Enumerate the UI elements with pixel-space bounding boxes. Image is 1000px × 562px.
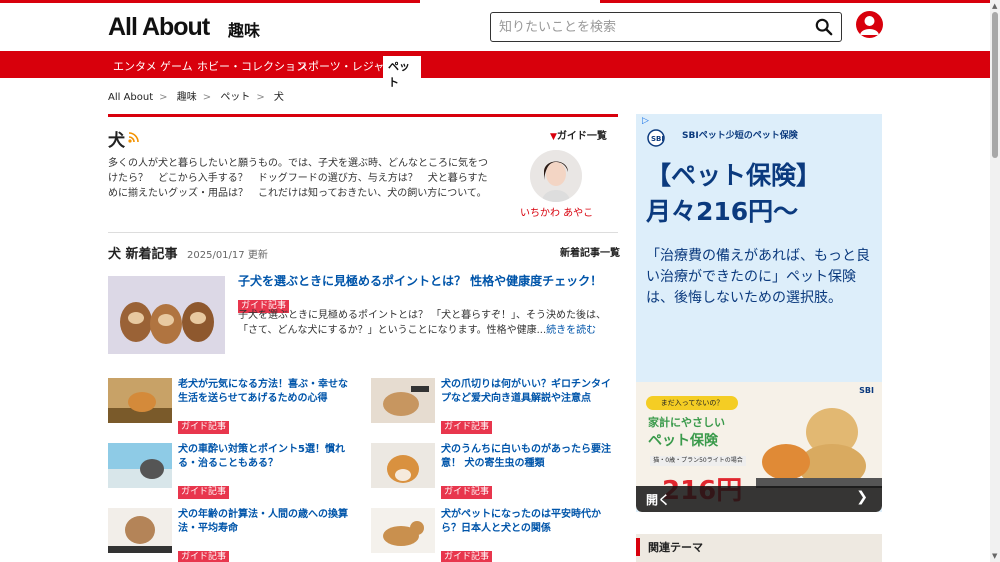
ad-body[interactable]: 「治療費の備えがあれば、もっと良い治療ができたのに」ペット保険は、後悔しないため… xyxy=(646,246,872,309)
section-marker xyxy=(636,538,640,556)
guide-article-badge: ガイド記事 xyxy=(178,414,230,434)
category-title[interactable]: 趣味 xyxy=(228,17,260,41)
read-more-link[interactable]: 続きを読む xyxy=(546,325,596,336)
breadcrumb-pet[interactable]: ペット xyxy=(220,92,250,103)
breadcrumb-separator: > xyxy=(202,92,212,103)
svg-text:SBI: SBI xyxy=(651,135,664,143)
ad-headline-line[interactable]: 月々216円〜 xyxy=(646,194,821,230)
guide-list-label[interactable]: ガイド一覧 xyxy=(557,131,607,142)
breadcrumb: All About > 趣味 > ペット > 犬 xyxy=(108,88,290,103)
article-thumbnail[interactable] xyxy=(108,378,172,423)
article-thumbnail[interactable] xyxy=(371,378,435,423)
article-thumbnail[interactable] xyxy=(371,443,435,488)
article-title[interactable]: 老犬が元気になる方法！喜ぶ・幸せな生活を送らせてあげるための心得 xyxy=(178,378,356,406)
user-account-icon[interactable] xyxy=(856,11,883,38)
divider xyxy=(108,232,618,233)
site-header: All About 趣味 xyxy=(0,3,990,51)
badge-label: ガイド記事 xyxy=(441,421,493,434)
ad-brand[interactable]: SBIペット少短のペット保険 xyxy=(682,128,798,141)
ad-banner-product: ペット保険 xyxy=(648,433,718,449)
page-title: 犬 xyxy=(108,131,125,151)
featured-article-title[interactable]: 子犬を選ぶときに見極めるポイントとは？ 性格や健康度チェック！ xyxy=(238,272,602,289)
badge-label: ガイド記事 xyxy=(178,421,230,434)
ad-headline[interactable]: 【ペット保険】 月々216円〜 xyxy=(646,158,821,230)
guide-avatar[interactable] xyxy=(530,150,582,202)
article-card[interactable]: 犬のうんちに白いものがあったら要注意！ 犬の寄生虫の種類 ガイド記事 xyxy=(371,443,621,499)
page-scrollbar[interactable]: ▲ ▼ xyxy=(990,0,1000,562)
related-themes-header: 関連テーマ xyxy=(636,534,882,562)
article-thumbnail[interactable] xyxy=(371,508,435,553)
ad-open-button[interactable]: 開く xyxy=(646,491,670,508)
ad-banner-tagline: 家計にやさしい xyxy=(648,416,725,429)
guide-article-badge: ガイド記事 xyxy=(178,544,230,562)
guide-name[interactable]: いちかわ あやこ xyxy=(520,204,593,219)
article-title[interactable]: 犬がペットになったのは平安時代から？日本人と犬との関係 xyxy=(441,508,619,536)
breadcrumb-separator: > xyxy=(256,92,265,103)
guide-article-badge: ガイド記事 xyxy=(441,544,493,562)
section-divider xyxy=(108,114,618,117)
guide-article-badge: ガイド記事 xyxy=(441,479,493,499)
article-card[interactable]: 犬の爪切りは何がいい？ギロチンタイプなど爱犬向き道具解説や注意点 ガイド記事 xyxy=(371,378,621,434)
triangle-down-icon: ▼ xyxy=(550,132,557,142)
related-themes-title: 関連テーマ xyxy=(648,541,703,554)
search-input[interactable] xyxy=(499,17,799,37)
tab-entertainment[interactable]: エンタメ xyxy=(108,56,162,78)
article-thumbnail[interactable] xyxy=(108,443,172,488)
breadcrumb-separator: > xyxy=(159,92,168,103)
topic-description: 多くの人が犬と暮らしたいと願うもの。では、子犬を選ぶ時、どんなところに気をつけた… xyxy=(108,158,488,199)
search-box[interactable] xyxy=(490,12,842,42)
ad-banner-brand: SBI xyxy=(859,386,874,395)
search-icon[interactable] xyxy=(815,18,833,36)
scroll-down-icon[interactable]: ▼ xyxy=(992,552,997,560)
new-articles-list-link[interactable]: 新着記事一覧 xyxy=(560,244,620,259)
ad-open-bar[interactable]: 開く ❯ xyxy=(636,486,882,512)
ad-banner[interactable]: SBI まだ入ってないの？ 家計にやさしい ペット保険 猫・0歳・プラン50ライ… xyxy=(636,382,882,512)
badge-label: ガイド記事 xyxy=(441,486,493,499)
breadcrumb-current: 犬 xyxy=(273,92,284,103)
article-card[interactable]: 犬の車酔い対策とポイント5選！慣れる・治ることもある？ ガイド記事 xyxy=(108,443,358,499)
chevron-right-icon[interactable]: ❯ xyxy=(856,489,868,505)
article-title[interactable]: 犬の年齢の計算法・人間の歳への換算法・平均寿命 xyxy=(178,508,356,536)
guide-article-badge: ガイド記事 xyxy=(178,479,230,499)
updated-date: 2025/01/17 更新 xyxy=(187,250,268,261)
tab-pet[interactable]: ペット xyxy=(383,56,421,89)
article-title[interactable]: 犬の爪切りは何がいい？ギロチンタイプなど爱犬向き道具解説や注意点 xyxy=(441,378,619,406)
breadcrumb-home[interactable]: All About xyxy=(108,92,153,103)
adchoices-icon[interactable]: ▷ xyxy=(642,116,656,128)
new-articles-title: 犬 新着記事 xyxy=(108,247,178,262)
article-title[interactable]: 犬の車酔い対策とポイント5選！慣れる・治ることもある？ xyxy=(178,443,356,471)
badge-label: ガイド記事 xyxy=(178,551,230,562)
scroll-up-icon[interactable]: ▲ xyxy=(992,2,997,10)
article-card[interactable]: 犬がペットになったのは平安時代から？日本人と犬との関係 ガイド記事 xyxy=(371,508,621,562)
featured-article-image[interactable] xyxy=(108,276,225,354)
article-thumbnail[interactable] xyxy=(108,508,172,553)
rss-icon[interactable] xyxy=(128,131,140,143)
sbi-logo: SBI xyxy=(647,129,665,147)
article-title[interactable]: 犬のうんちに白いものがあったら要注意！ 犬の寄生虫の種類 xyxy=(441,443,619,471)
badge-label: ガイド記事 xyxy=(441,551,493,562)
ad-headline-line[interactable]: 【ペット保険】 xyxy=(646,158,821,194)
guide-list-link[interactable]: ▼ガイド一覧 xyxy=(550,127,607,142)
ad-banner-bubble: まだ入ってないの？ xyxy=(646,396,738,410)
featured-article-excerpt: 子犬を選ぶときに見極めるポイントとは？ 「犬と暮らすぞ！」、そう決めた後は、「さ… xyxy=(238,308,618,338)
allabout-logo[interactable]: All About xyxy=(108,13,210,42)
badge-label: ガイド記事 xyxy=(178,486,230,499)
ad-pet-insurance[interactable]: ▷ SBI SBIペット少短のペット保険 【ペット保険】 月々216円〜 「治療費… xyxy=(636,114,882,512)
ad-banner-note: 猫・0歳・プラン50ライトの場合 xyxy=(650,456,746,466)
breadcrumb-hobby[interactable]: 趣味 xyxy=(177,92,197,103)
category-nav: エンタメ ゲーム ホビー・コレクション スポーツ・レジャー ペット xyxy=(0,51,990,89)
article-card[interactable]: 老犬が元気になる方法！喜ぶ・幸せな生活を送らせてあげるための心得 ガイド記事 xyxy=(108,378,358,434)
scrollbar-thumb[interactable] xyxy=(992,12,998,158)
guide-article-badge: ガイド記事 xyxy=(441,414,493,434)
article-card[interactable]: 犬の年齢の計算法・人間の歳への換算法・平均寿命 ガイド記事 xyxy=(108,508,358,562)
